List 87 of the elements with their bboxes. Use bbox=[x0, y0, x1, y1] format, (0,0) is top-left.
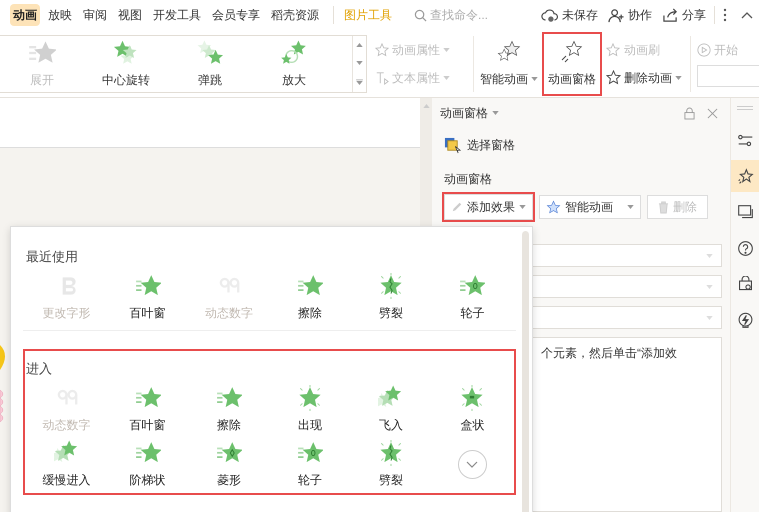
effect-item[interactable]: 轮子 bbox=[432, 273, 513, 322]
section-label: 动画窗格 bbox=[444, 171, 493, 188]
star-icon bbox=[559, 40, 585, 64]
menu-tab[interactable]: 视图 bbox=[115, 4, 145, 26]
scrollbar-thumb[interactable] bbox=[522, 231, 529, 512]
side-tool-button[interactable] bbox=[730, 160, 759, 192]
top-action-button[interactable]: 分享 bbox=[662, 6, 706, 24]
menu-tab[interactable]: 放映 bbox=[45, 4, 75, 26]
delete-animation-button[interactable]: 删除动画 bbox=[606, 68, 682, 86]
effect-item[interactable]: 缓慢进入 bbox=[26, 440, 108, 489]
caret-icon bbox=[706, 254, 713, 258]
add-effect-button[interactable]: 添加效果 bbox=[444, 194, 533, 220]
bag-icon bbox=[736, 276, 754, 292]
star-icon bbox=[378, 440, 404, 466]
effect-item[interactable]: 百叶窗 bbox=[107, 273, 188, 322]
effect-item[interactable]: 出现 bbox=[269, 385, 351, 434]
duration-field[interactable] bbox=[697, 64, 759, 86]
share-icon bbox=[662, 8, 679, 22]
gallery-item[interactable]: 放大 bbox=[252, 38, 336, 88]
close-icon[interactable] bbox=[707, 108, 718, 118]
scroll-up-icon[interactable] bbox=[356, 42, 363, 46]
effect-item[interactable]: 菱形 bbox=[188, 440, 270, 489]
section-title: 最近使用 bbox=[26, 249, 78, 264]
star-icon bbox=[297, 385, 324, 411]
collapse-icon[interactable] bbox=[741, 12, 753, 18]
effect-item[interactable]: 盒状 bbox=[432, 385, 513, 434]
bolt-icon bbox=[736, 312, 754, 328]
text-icon bbox=[375, 70, 389, 84]
effect-item[interactable]: 劈裂 bbox=[350, 440, 432, 489]
star-icon bbox=[546, 200, 561, 214]
caret-icon bbox=[492, 111, 499, 115]
effect-item[interactable]: 擦除 bbox=[269, 273, 351, 322]
star-icon bbox=[606, 42, 620, 56]
lock-icon[interactable] bbox=[684, 106, 695, 120]
star-icon bbox=[375, 42, 389, 56]
search-field[interactable]: 查找命令... bbox=[430, 6, 510, 24]
screen-icon bbox=[736, 204, 754, 220]
search-icon bbox=[414, 8, 427, 22]
pen-icon bbox=[451, 201, 463, 213]
smart-animation-button[interactable]: 智能动画 bbox=[480, 40, 538, 88]
stars-icon bbox=[496, 40, 522, 64]
pane-title[interactable]: 动画窗格 bbox=[440, 104, 499, 122]
smart-animation-button[interactable]: 智能动画 bbox=[539, 195, 641, 219]
select-pane-button[interactable]: 选择窗格 bbox=[444, 136, 722, 154]
gallery-item[interactable]: 中心旋转 bbox=[84, 38, 168, 88]
gallery-item[interactable]: 弹跳 bbox=[168, 38, 252, 88]
effect-item[interactable]: 阶梯状 bbox=[107, 440, 188, 489]
section-title: 进入 bbox=[26, 361, 52, 376]
effect-item[interactable]: 百叶窗 bbox=[107, 385, 188, 434]
effect-item[interactable]: 飞入 bbox=[350, 385, 432, 434]
effect-item[interactable]: 劈裂 bbox=[350, 273, 432, 322]
play-icon bbox=[697, 42, 711, 56]
caret-icon bbox=[706, 316, 713, 320]
star-icon bbox=[459, 385, 486, 411]
caret-icon bbox=[356, 60, 363, 64]
hint-text: 个元素，然后单击“添加效 bbox=[541, 346, 677, 360]
menu-tab[interactable]: 稻壳资源 bbox=[268, 4, 322, 26]
caret-icon bbox=[443, 48, 450, 52]
caret-icon bbox=[675, 76, 682, 80]
effect-item[interactable]: 擦除 bbox=[188, 385, 270, 434]
effect-item[interactable]: 轮子 bbox=[269, 440, 351, 489]
star-icon bbox=[736, 168, 754, 184]
menu-tab[interactable]: 审阅 bbox=[80, 4, 110, 26]
caret-icon bbox=[519, 205, 526, 209]
top-action-button[interactable]: 未保存 bbox=[541, 6, 598, 24]
select-pane-icon bbox=[444, 136, 461, 154]
menu-tab[interactable]: 开发工具 bbox=[150, 4, 204, 26]
star-icon bbox=[378, 273, 404, 299]
caret-icon bbox=[443, 76, 450, 80]
caret-icon bbox=[627, 205, 634, 209]
trash-icon bbox=[658, 200, 669, 214]
more-effects-button[interactable] bbox=[458, 450, 487, 479]
menu-tab[interactable]: 动画 bbox=[10, 4, 40, 26]
menu-tab[interactable]: 会员专享 bbox=[209, 4, 263, 26]
user-add-icon bbox=[608, 8, 625, 22]
expand-gallery-icon[interactable] bbox=[356, 78, 363, 84]
star-icon bbox=[606, 70, 621, 85]
star-icon bbox=[280, 38, 308, 66]
star-icon bbox=[196, 38, 224, 66]
top-action-button[interactable]: 协作 bbox=[608, 6, 652, 24]
cloud-icon bbox=[541, 8, 559, 22]
caret-icon bbox=[531, 76, 538, 80]
chevron-down-icon bbox=[466, 461, 478, 468]
animation-pane-button[interactable]: 动画窗格 bbox=[544, 34, 600, 94]
more-icon[interactable] bbox=[723, 8, 727, 22]
help-icon bbox=[736, 240, 754, 256]
caret-icon bbox=[706, 284, 713, 288]
